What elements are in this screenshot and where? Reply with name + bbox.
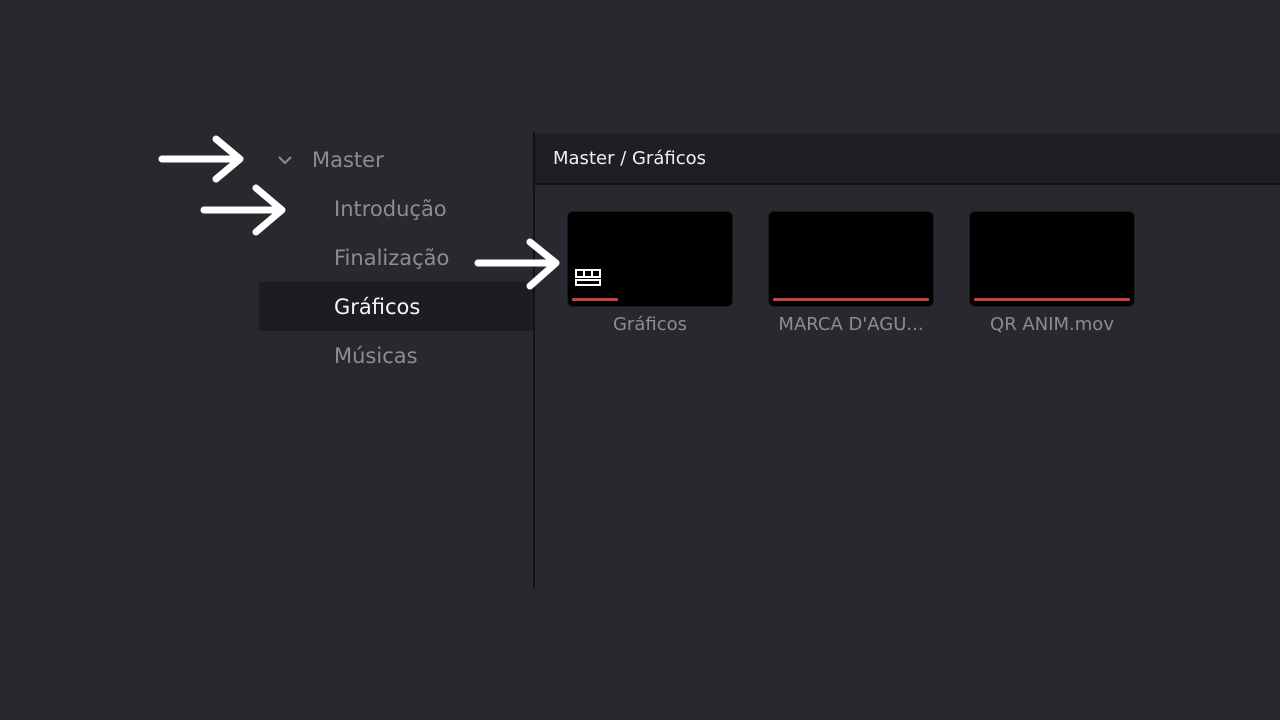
tree-item-introducao[interactable]: Introdução: [259, 184, 533, 233]
clip-thumbnail[interactable]: [768, 211, 934, 307]
breadcrumb-text: Master / Gráficos: [553, 147, 706, 169]
clip-item-marca-dagua[interactable]: MARCA D'AGU...: [768, 211, 934, 335]
clip-name: Gráficos: [612, 314, 687, 335]
tree-item-label: Gráficos: [334, 294, 421, 319]
chevron-down-icon[interactable]: [272, 142, 298, 178]
clip-item-qr-anim[interactable]: QR ANIM.mov: [969, 211, 1135, 335]
media-pool-panel: Master Introdução Finalização Gráficos M…: [0, 0, 1280, 720]
clip-item-graficos[interactable]: Gráficos: [567, 211, 733, 335]
clip-usage-bar: [974, 298, 1130, 301]
clip-name: QR ANIM.mov: [990, 314, 1114, 335]
clip-usage-bar: [572, 298, 618, 301]
panel-divider[interactable]: [533, 132, 535, 588]
tree-item-master[interactable]: Master: [272, 142, 384, 178]
breadcrumb: Master / Gráficos: [535, 133, 1280, 185]
tree-item-label: Master: [312, 148, 384, 172]
tree-item-label: Finalização: [334, 245, 450, 270]
tree-item-label: Introdução: [334, 196, 447, 221]
clip-thumbnail[interactable]: [567, 211, 733, 307]
clip-thumbnail[interactable]: [969, 211, 1135, 307]
annotation-arrow-icon: [474, 238, 560, 290]
clip-name: MARCA D'AGU...: [778, 314, 924, 335]
annotation-arrow-icon: [158, 135, 244, 183]
tree-item-musicas[interactable]: Músicas: [259, 331, 533, 380]
tree-item-label: Músicas: [334, 343, 418, 368]
clip-usage-bar: [773, 298, 929, 301]
bin-grid-icon: [574, 268, 602, 292]
annotation-arrow-icon: [200, 184, 286, 236]
